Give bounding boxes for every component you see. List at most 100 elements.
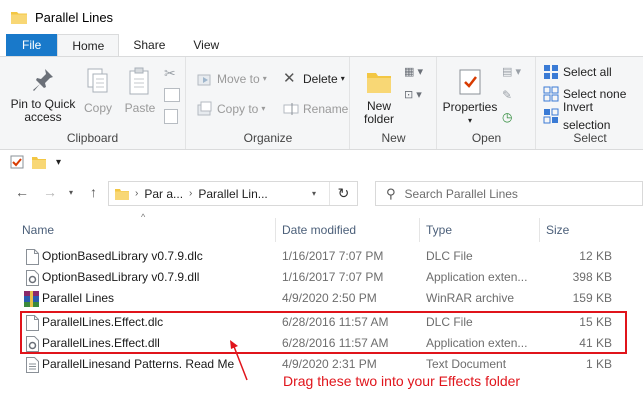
invert-selection-button[interactable]: Invert selection (543, 100, 643, 132)
forward-arrow-icon[interactable]: → (43, 184, 57, 200)
new-group: New folder ▦ ▾ ⊡ ▾ New (351, 57, 437, 149)
chevron-down-icon: ▾ (467, 116, 472, 125)
column-header-date[interactable]: Date modified (276, 218, 420, 242)
new-folder-button[interactable]: New folder (359, 67, 399, 126)
list-item[interactable]: OptionBasedLibrary v0.7.9.dll 1/16/2017 … (0, 267, 643, 288)
file-name-text: OptionBasedLibrary v0.7.9.dll (42, 270, 200, 284)
file-type: Text Document (426, 357, 507, 371)
paste-shortcut-icon[interactable] (164, 109, 178, 124)
file-date: 4/9/2020 2:50 PM (282, 291, 377, 305)
file-name-text: ParallelLinesand Patterns. Read Me (42, 357, 235, 371)
paste-button[interactable]: Paste (121, 67, 159, 115)
breadcrumb-segment-2[interactable]: Parallel Lin... (198, 187, 267, 201)
select-group-label: Select (573, 131, 607, 145)
file-name-text: Parallel Lines (42, 291, 115, 305)
file-type: DLC File (426, 249, 473, 263)
rename-button[interactable]: Rename (283, 100, 348, 118)
tab-share[interactable]: Share (119, 34, 179, 57)
open-group: Properties ▾ ▤ ▾ ✎ ◷ Open (438, 57, 536, 149)
chevron-down-icon: ▾ (261, 104, 266, 113)
column-header-name[interactable]: Name (16, 218, 276, 242)
column-header-type[interactable]: Type (420, 218, 540, 242)
ribbon: Pin to Quick access Copy Paste ✂ Clipboa… (0, 56, 643, 150)
select-group: Select all Select none Invert selection … (537, 57, 643, 149)
title-bar: Parallel Lines (0, 0, 643, 34)
copy-button[interactable]: Copy (80, 67, 116, 115)
copy-to-button[interactable]: Copy to ▾ (197, 100, 265, 118)
highlight-box (20, 311, 627, 354)
customize-qat-icon[interactable]: ▾ (56, 157, 61, 168)
folder-icon (115, 188, 129, 200)
ribbon-tabs: File Home Share View (0, 34, 643, 57)
paste-icon (129, 67, 149, 95)
open-icon[interactable]: ▤ ▾ (502, 65, 528, 81)
file-date: 1/16/2017 7:07 PM (282, 270, 384, 284)
breadcrumb-separator-icon: › (135, 188, 139, 199)
rename-label: Rename (303, 102, 349, 116)
quick-access-toolbar: ▾ (0, 150, 643, 174)
list-item[interactable]: ParallelLinesand Patterns. Read Me 4/9/2… (0, 354, 643, 375)
edit-icon[interactable]: ✎ (502, 88, 518, 104)
new-group-label: New (381, 131, 406, 145)
address-dropdown-icon[interactable]: ▾ (305, 182, 323, 205)
navigation-bar: ← → ▾ ↑ › Par a... › Parallel Lin... ▾ ↻… (0, 178, 643, 208)
tab-view[interactable]: View (179, 34, 233, 57)
back-arrow-icon[interactable]: ← (15, 184, 29, 200)
clipboard-group-label: Clipboard (66, 131, 119, 145)
pin-to-quick-access-button[interactable]: Pin to Quick access (6, 67, 80, 124)
delete-x-icon: ✕ (283, 70, 296, 87)
pin-label-line2: access (24, 110, 62, 124)
annotation-text: Drag these two into your Effects folder (283, 373, 521, 389)
file-type: Application exten... (426, 270, 528, 284)
move-to-icon (197, 71, 213, 87)
history-icon[interactable]: ◷ (502, 110, 518, 126)
select-all-button[interactable]: Select all (543, 63, 612, 81)
pin-icon (33, 69, 53, 91)
tab-file[interactable]: File (6, 34, 58, 57)
rename-icon (283, 101, 299, 117)
refresh-icon[interactable]: ↻ (329, 182, 357, 205)
search-box[interactable]: ⚲ Search Parallel Lines (375, 181, 643, 206)
breadcrumb-segment-1[interactable]: Par a... (144, 187, 183, 201)
address-bar[interactable]: › Par a... › Parallel Lin... ▾ ↻ (108, 181, 358, 206)
properties-label: Properties (442, 100, 498, 114)
recent-locations-chevron-icon[interactable]: ▾ (69, 188, 73, 197)
file-name: OptionBasedLibrary v0.7.9.dll (22, 267, 272, 288)
breadcrumb-separator-icon: › (189, 188, 193, 199)
invert-selection-icon (543, 108, 559, 124)
file-type: WinRAR archive (426, 291, 515, 305)
select-all-label: Select all (563, 65, 612, 79)
copy-to-icon (197, 101, 213, 117)
up-arrow-icon[interactable]: ↑ (90, 184, 97, 200)
chevron-down-icon: ▾ (340, 74, 345, 83)
organize-group: Move to ▾ Copy to ▾ ✕ Delete ▾ Rename Organ… (187, 57, 350, 149)
properties-button[interactable]: Properties ▾ (440, 67, 500, 127)
invert-selection-label: Invert selection (563, 100, 611, 132)
delete-label: Delete (303, 72, 338, 86)
select-all-icon (543, 64, 559, 80)
list-item[interactable]: Parallel Lines 4/9/2020 2:50 PM WinRAR a… (0, 288, 643, 309)
folder-icon (11, 11, 27, 24)
search-icon: ⚲ (386, 185, 396, 201)
organize-group-label: Organize (243, 131, 293, 145)
easy-access-icon[interactable]: ⊡ ▾ (404, 88, 430, 104)
file-date: 1/16/2017 7:07 PM (282, 249, 384, 263)
properties-qat-icon[interactable] (10, 155, 24, 169)
file-size: 159 KB (572, 291, 612, 305)
list-item[interactable]: OptionBasedLibrary v0.7.9.dlc 1/16/2017 … (0, 246, 643, 267)
delete-button[interactable]: ✕ Delete ▾ (283, 70, 345, 88)
new-item-icon[interactable]: ▦ ▾ (404, 65, 430, 81)
copy-to-label: Copy to (217, 102, 259, 116)
search-placeholder: Search Parallel Lines (404, 186, 518, 201)
copy-path-icon[interactable] (164, 88, 180, 102)
tab-home[interactable]: Home (57, 34, 120, 57)
column-header-row: Name Date modified Type Size (0, 218, 643, 242)
column-header-size[interactable]: Size (540, 218, 620, 242)
cut-icon[interactable]: ✂ (164, 65, 180, 81)
paste-label: Paste (124, 101, 156, 115)
file-name: Parallel Lines (22, 288, 272, 309)
new-folder-qat-icon[interactable] (32, 155, 46, 169)
new-folder-icon (367, 73, 391, 93)
annotation-arrow-icon (230, 340, 248, 381)
move-to-button[interactable]: Move to ▾ (197, 70, 267, 88)
